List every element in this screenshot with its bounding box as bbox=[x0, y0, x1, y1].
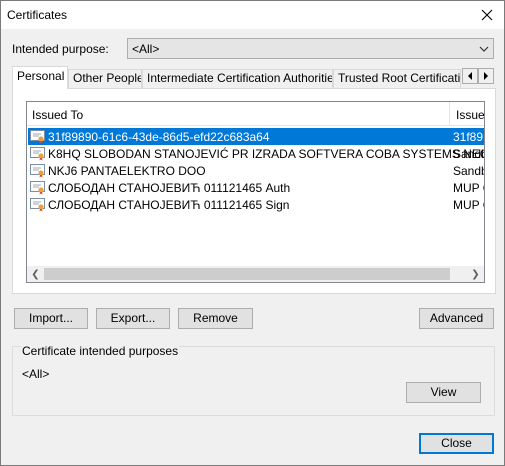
certificates-dialog: Certificates Intended purpose: <All> Per… bbox=[0, 0, 505, 466]
issued-by-cell: Sandb bbox=[453, 147, 485, 161]
tab-other-people[interactable]: Other People bbox=[68, 69, 142, 88]
list-header: Issued To Issue bbox=[27, 102, 484, 126]
issued-by-cell: Sandb bbox=[453, 164, 485, 178]
tab-panel-personal: Issued To Issue 31f89890-61c6-43de-86d5-… bbox=[12, 88, 496, 294]
column-header-issued-by[interactable]: Issue bbox=[451, 102, 485, 126]
advanced-button[interactable]: Advanced bbox=[419, 308, 494, 329]
scroll-left-icon[interactable]: ❮ bbox=[27, 266, 44, 282]
remove-button[interactable]: Remove bbox=[178, 308, 253, 329]
issued-to-cell: СЛОБОДАН СТАНОЈЕВИЋ 011121465 Sign bbox=[48, 198, 290, 212]
table-row[interactable]: NKJ6 PANTAELEKTRO DOO Sandb bbox=[28, 162, 484, 179]
intended-purpose-select[interactable]: <All> bbox=[127, 38, 494, 59]
issued-to-cell: СЛОБОДАН СТАНОЈЕВИЋ 011121465 Auth bbox=[48, 181, 291, 195]
tab-trusted-root[interactable]: Trusted Root Certification bbox=[333, 69, 461, 88]
window-title: Certificates bbox=[7, 8, 68, 22]
certificate-icon bbox=[30, 146, 46, 161]
tab-personal[interactable]: Personal bbox=[12, 66, 68, 89]
certificate-icon bbox=[30, 163, 46, 178]
table-row[interactable]: 31f89890-61c6-43de-86d5-efd22c683a64 31f… bbox=[28, 128, 484, 145]
tab-label: Personal bbox=[17, 69, 65, 83]
intended-purpose-value: <All> bbox=[132, 42, 160, 56]
chevron-down-icon bbox=[479, 43, 489, 57]
certificate-icon bbox=[30, 129, 46, 144]
issued-to-cell: K8HQ SLOBODAN STANOJEVIĆ PR IZRADA SOFTV… bbox=[48, 147, 485, 161]
issued-to-cell: NKJ6 PANTAELEKTRO DOO bbox=[48, 164, 206, 178]
title-bar: Certificates bbox=[1, 1, 504, 29]
tab-label: Other People bbox=[73, 71, 142, 85]
tab-scroll-left-button[interactable] bbox=[462, 68, 478, 84]
issued-by-cell: 31f89 bbox=[453, 130, 484, 144]
view-button[interactable]: View bbox=[406, 382, 481, 403]
column-header-issued-to[interactable]: Issued To bbox=[27, 102, 450, 126]
tab-label: Trusted Root Certification bbox=[338, 71, 461, 85]
column-label: Issued To bbox=[32, 108, 84, 122]
intended-purposes-title: Certificate intended purposes bbox=[21, 344, 180, 358]
table-row[interactable]: СЛОБОДАН СТАНОЈЕВИЋ 011121465 Sign MUP C bbox=[28, 196, 484, 213]
tab-scroll-right-button[interactable] bbox=[478, 68, 494, 84]
issued-by-cell: MUP C bbox=[453, 198, 484, 212]
scrollbar-thumb[interactable] bbox=[44, 268, 450, 280]
tab-label: Intermediate Certification Authorities bbox=[147, 71, 333, 85]
table-row[interactable]: СЛОБОДАН СТАНОЈЕВИЋ 011121465 Auth MUP C bbox=[28, 179, 484, 196]
tab-intermediate-ca[interactable]: Intermediate Certification Authorities bbox=[142, 69, 333, 88]
certificate-list[interactable]: Issued To Issue 31f89890-61c6-43de-86d5-… bbox=[26, 101, 485, 283]
export-button[interactable]: Export... bbox=[96, 308, 170, 329]
certificate-icon bbox=[30, 197, 46, 212]
intended-purpose-label: Intended purpose: bbox=[12, 42, 109, 56]
table-row[interactable]: K8HQ SLOBODAN STANOJEVIĆ PR IZRADA SOFTV… bbox=[28, 145, 484, 162]
tab-strip: Personal Other People Intermediate Certi… bbox=[12, 66, 496, 89]
issued-by-cell: MUP C bbox=[453, 181, 484, 195]
horizontal-scrollbar[interactable]: ❮ ❯ bbox=[27, 266, 484, 282]
scroll-right-icon[interactable]: ❯ bbox=[467, 266, 484, 282]
close-button[interactable]: Close bbox=[419, 433, 494, 454]
import-button[interactable]: Import... bbox=[14, 308, 88, 329]
intended-purposes-value: <All> bbox=[22, 367, 50, 381]
issued-to-cell: 31f89890-61c6-43de-86d5-efd22c683a64 bbox=[48, 130, 270, 144]
close-icon[interactable] bbox=[470, 1, 504, 29]
column-label: Issue bbox=[456, 108, 485, 122]
certificate-icon bbox=[30, 180, 46, 195]
